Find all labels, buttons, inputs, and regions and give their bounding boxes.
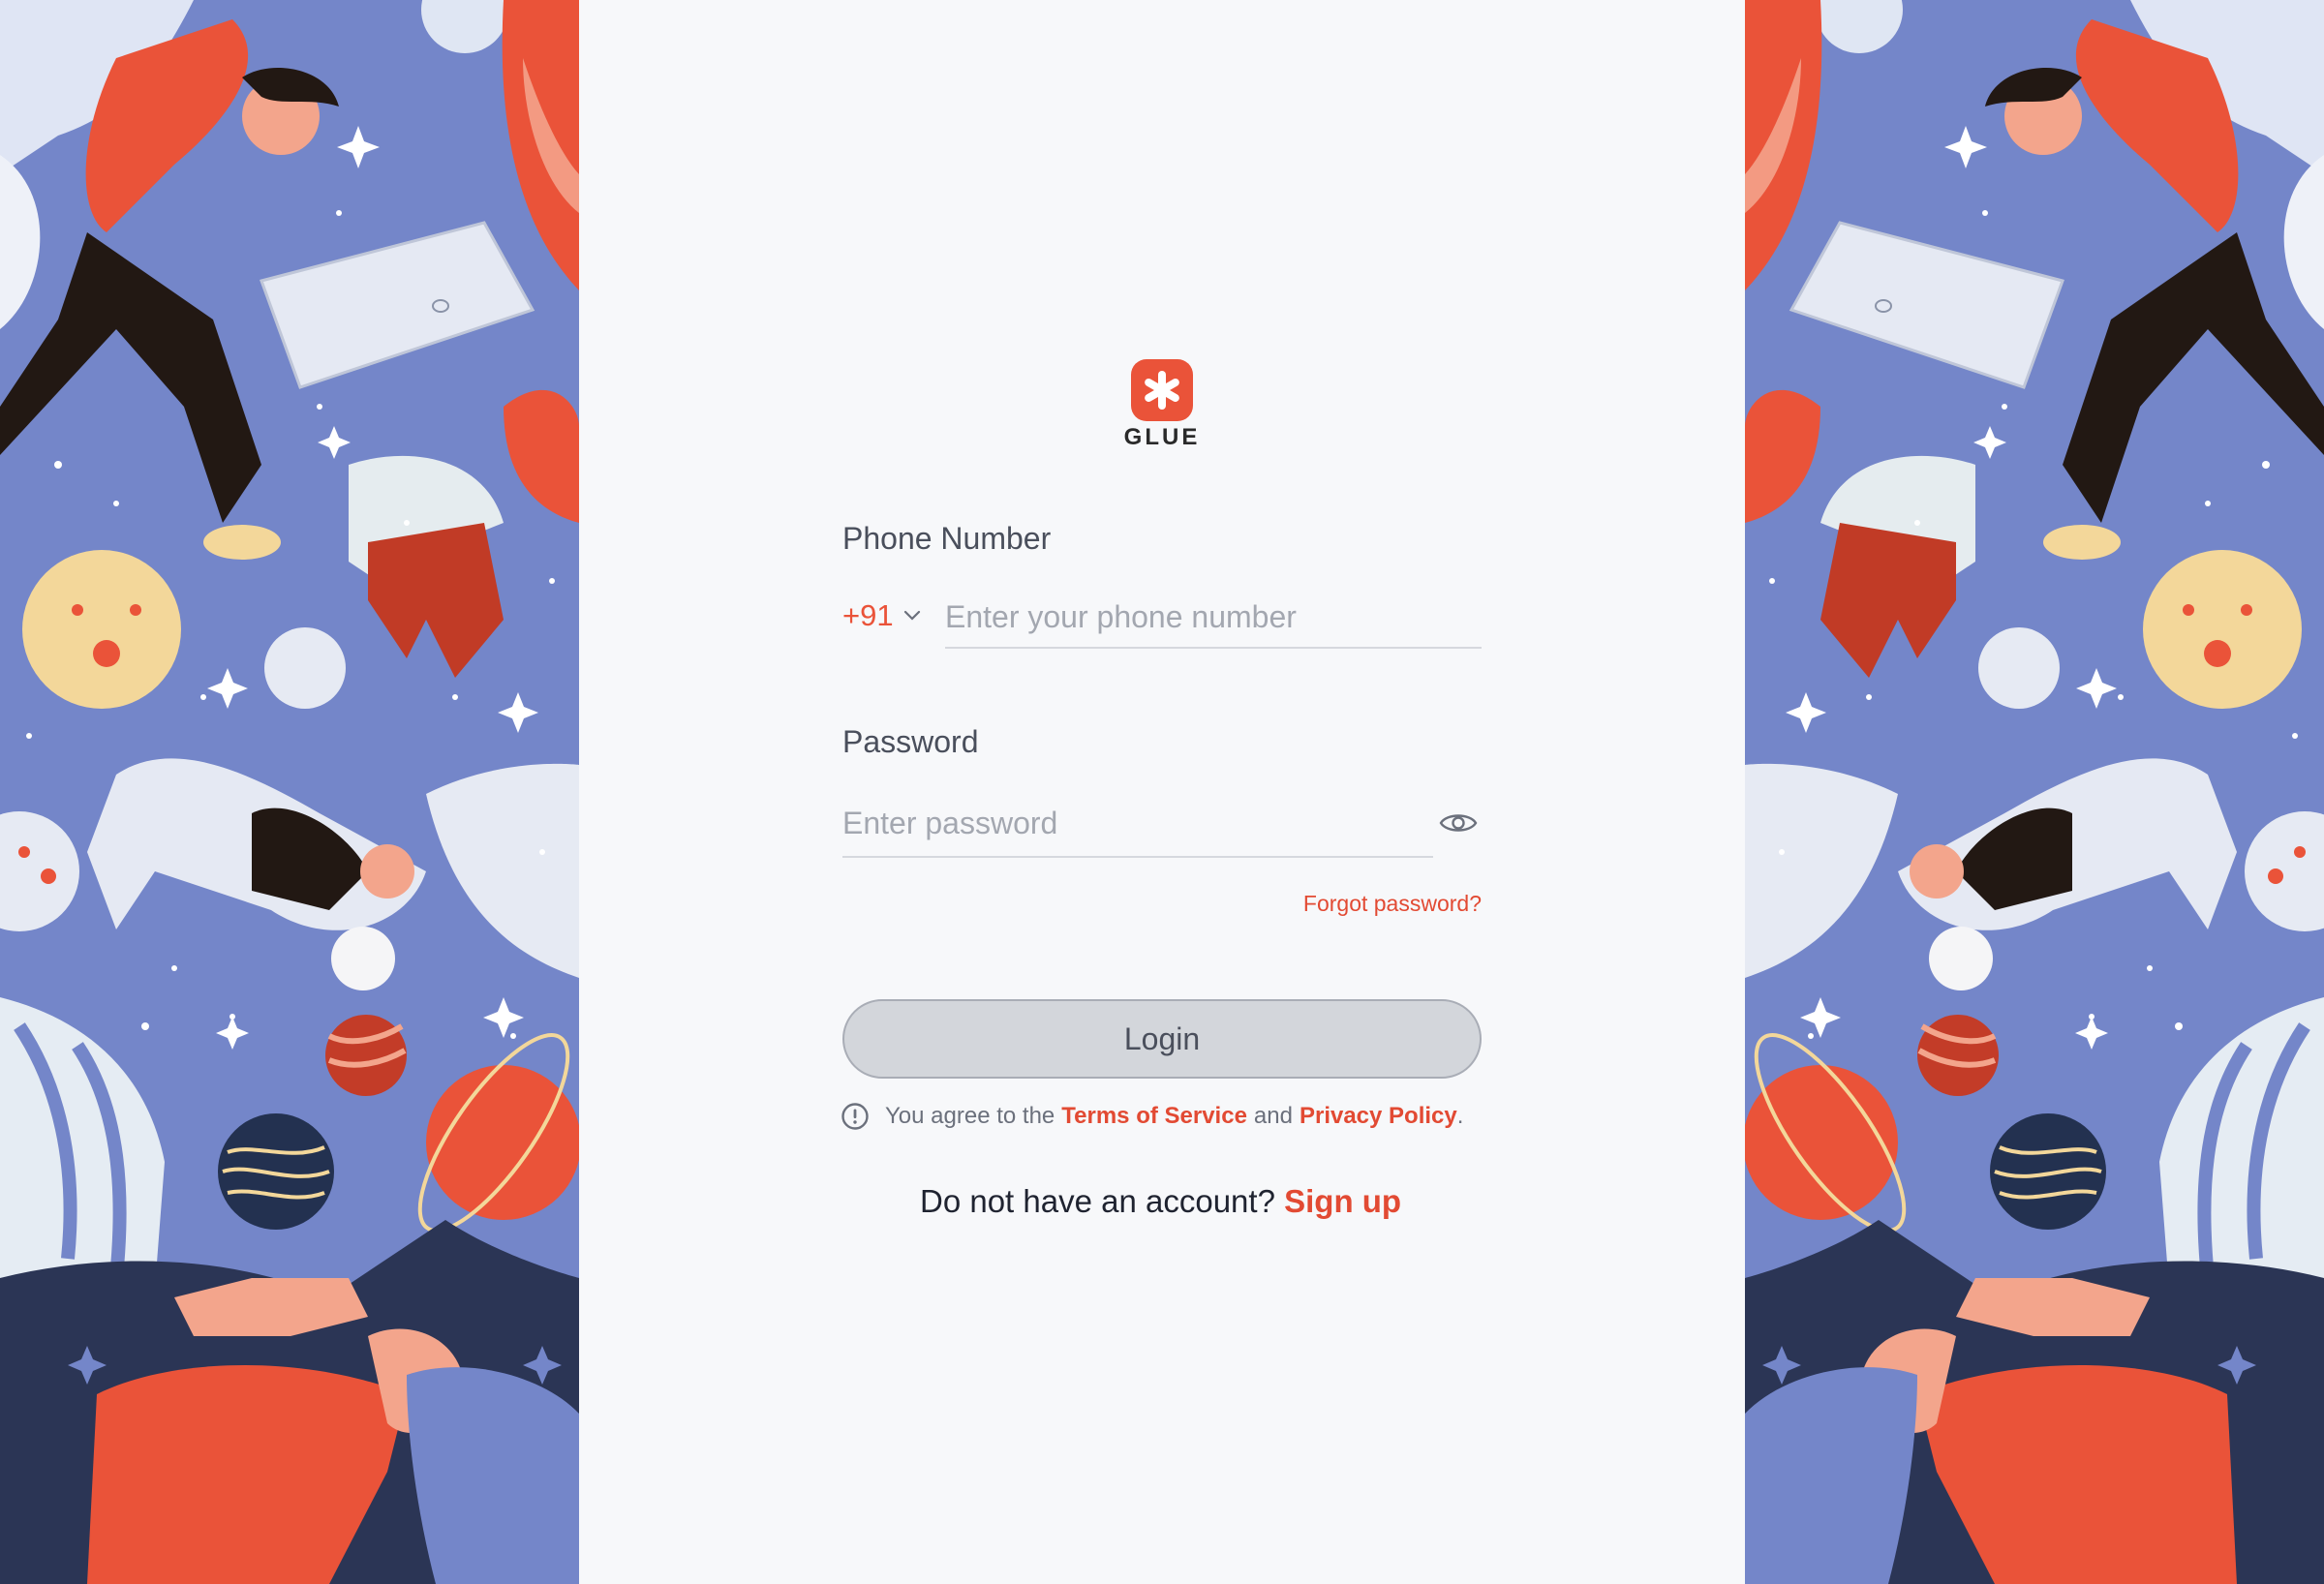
chevron-down-icon (903, 610, 920, 621)
terms-of-service-link[interactable]: Terms of Service (1061, 1103, 1247, 1130)
forgot-password-link[interactable]: Forgot password? (1259, 891, 1482, 917)
signup-prompt: Do not have an account? Sign up (920, 1183, 1401, 1220)
login-button[interactable]: Login (842, 999, 1482, 1079)
privacy-policy-link[interactable]: Privacy Policy (1300, 1103, 1457, 1130)
sign-up-link[interactable]: Sign up (1284, 1183, 1401, 1219)
country-code-value: +91 (842, 598, 894, 632)
country-code-selector[interactable]: +91 (842, 598, 921, 633)
agreement-notice: You agree to the Terms of Service and Pr… (841, 1102, 1463, 1131)
login-panel (579, 0, 1745, 1584)
password-label: Password (842, 724, 979, 759)
brand-name: GLUE (1123, 424, 1201, 450)
space-illustration-right (1745, 0, 2324, 1584)
info-circle-icon (841, 1103, 869, 1130)
phone-number-label: Phone Number (842, 521, 1052, 556)
signup-prompt-text: Do not have an account? (920, 1183, 1275, 1219)
agreement-conjunction: and (1253, 1103, 1293, 1129)
phone-number-input[interactable] (945, 593, 1482, 649)
glue-logo (1131, 359, 1193, 421)
password-input[interactable] (842, 796, 1433, 858)
eye-icon[interactable] (1439, 809, 1478, 837)
space-illustration-left (0, 0, 579, 1584)
space-illustration-image-mirrored (1745, 0, 2324, 1584)
agreement-suffix: . (1456, 1103, 1464, 1129)
login-page: GLUE Phone Number +91 Password Forgot pa… (0, 0, 2324, 1584)
space-illustration-image (0, 0, 579, 1584)
agreement-prefix: You agree to the (885, 1103, 1055, 1129)
asterisk-badge-icon (1145, 371, 1179, 410)
